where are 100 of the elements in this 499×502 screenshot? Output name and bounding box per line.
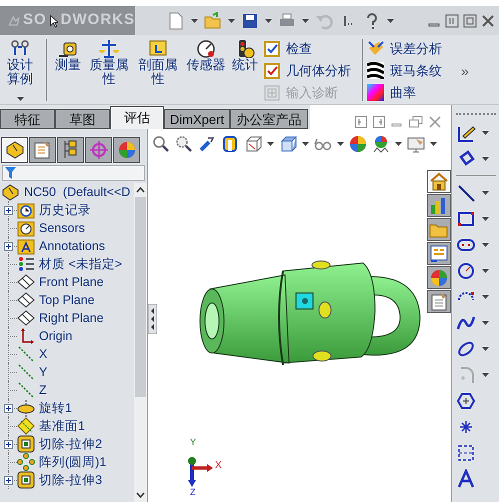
section-view-icon[interactable] [221,135,239,153]
caret-icon[interactable] [265,18,272,22]
tree-item[interactable]: Sensors [39,218,85,238]
tab[interactable]: 特征 [0,109,55,129]
restore-right-icon[interactable] [373,116,385,128]
panel-tab[interactable] [57,137,84,163]
collapse-handle-icon[interactable] [148,304,157,334]
tree-item[interactable]: Annotations [39,236,106,256]
polygon-icon[interactable] [456,390,476,410]
caret-icon[interactable] [337,142,344,146]
panel-tab[interactable] [29,137,56,163]
previous-view-icon[interactable] [198,135,216,153]
expand-icon[interactable] [4,206,13,214]
maximize-icon[interactable] [409,116,423,128]
tree-item[interactable]: 基准面1 [39,416,85,436]
task-pane-tab[interactable] [427,290,451,313]
caret-icon[interactable] [267,142,274,146]
caret-icon[interactable] [482,130,489,134]
task-pane-tab[interactable] [427,218,451,241]
scroll-up-icon[interactable] [136,187,145,193]
color-gradient-icon [367,84,384,101]
dashed-rectangle-icon[interactable] [456,442,476,462]
caret-icon[interactable] [482,268,489,272]
line-icon[interactable] [456,182,476,202]
caret-icon[interactable] [482,320,489,324]
caret-icon[interactable] [482,294,489,298]
expand-icon[interactable] [4,242,13,250]
caret-icon[interactable] [191,18,198,22]
ribbon-command[interactable]: 曲率 [367,83,459,102]
color-ball-icon[interactable] [349,135,367,153]
save-icon[interactable] [241,12,259,30]
task-pane-tab[interactable] [427,194,451,217]
tab[interactable]: 草图 [55,109,110,129]
tree-item[interactable]: Right Plane [39,308,104,328]
tab[interactable]: 办公室产品 [230,109,308,129]
monitor-icon[interactable] [407,135,425,153]
caret-icon[interactable] [482,216,489,220]
caret-icon[interactable] [228,18,235,22]
caret-icon[interactable] [302,142,309,146]
caret-icon[interactable] [482,346,489,350]
circle-icon[interactable] [456,260,476,280]
caret-icon[interactable] [482,242,489,246]
zoom-area-icon[interactable] [175,135,193,153]
expand-icon[interactable] [4,476,13,484]
tool-button[interactable]: 质量属性 [86,39,132,103]
tool-button[interactable]: 剖面属性 [135,39,181,103]
ribbon-command[interactable]: 误差分析 [367,39,459,58]
tile-icon[interactable] [445,14,459,28]
more-button[interactable]: » [461,61,469,82]
tree-item[interactable]: Top Plane [39,290,95,310]
new-document-icon[interactable] [167,12,185,30]
tool-button[interactable]: 测量 [53,39,83,103]
tree-item[interactable]: 旋转1 [39,398,72,418]
scrollbar-thumb[interactable] [135,197,146,397]
scroll-down-icon[interactable] [136,492,145,498]
tool-button[interactable]: 传感器 [184,39,228,103]
ribbon-command[interactable]: 检查 [264,39,358,58]
caret-icon[interactable] [16,97,24,101]
caret-icon[interactable] [387,18,394,22]
caret-icon[interactable] [482,156,489,160]
close-icon[interactable] [481,14,495,28]
caret-icon[interactable] [482,190,489,194]
zoom-fit-icon[interactable] [152,135,170,153]
task-pane-tab[interactable] [427,266,451,289]
ribbon-command[interactable]: 几何体分析 [264,61,358,80]
caret-icon[interactable] [482,372,489,376]
tree-item[interactable]: 阵列(圆周)1 [39,452,106,472]
caret-icon[interactable] [430,142,437,146]
caret-icon[interactable] [302,18,309,22]
view-cube-icon[interactable] [244,135,262,153]
display-cube-icon[interactable] [279,135,297,153]
panel-tab[interactable] [1,137,28,163]
filter-field[interactable] [2,165,145,181]
expand-icon[interactable] [4,440,13,448]
ribbon-command[interactable]: 斑马条纹 [367,61,459,80]
tree-item[interactable]: 材质 <未指定> [39,254,122,274]
text-icon[interactable] [456,468,476,488]
scene-icon[interactable] [372,135,390,153]
task-pane-tab[interactable] [427,242,451,265]
tree-item[interactable]: Origin [39,326,72,346]
tree-item[interactable]: 历史记录 [39,200,91,220]
tree-item[interactable]: Z [39,380,47,400]
tab[interactable]: DimXpert [164,109,230,129]
task-pane-tab[interactable] [427,170,451,193]
tree-item[interactable]: Front Plane [39,272,104,292]
close-icon[interactable] [429,116,441,128]
restore-left-icon[interactable] [355,116,367,128]
maximize-icon[interactable] [463,14,477,28]
tree-item[interactable]: Y [39,362,48,382]
caret-icon[interactable] [395,142,402,146]
tree-item[interactable]: X [39,344,48,364]
tab[interactable]: 评估 [110,106,164,129]
scrollbar[interactable] [134,183,147,502]
tool-button[interactable]: 统计 [231,39,259,103]
expand-icon[interactable] [4,404,13,412]
tool-button[interactable]: 设计算例 [0,39,40,103]
tree-root-label[interactable]: NC50 (Default<<D [24,183,130,202]
tree-item[interactable]: 切除-拉伸3 [39,470,102,490]
material-list-icon [17,255,35,273]
tree-item[interactable]: 切除-拉伸2 [39,434,102,454]
